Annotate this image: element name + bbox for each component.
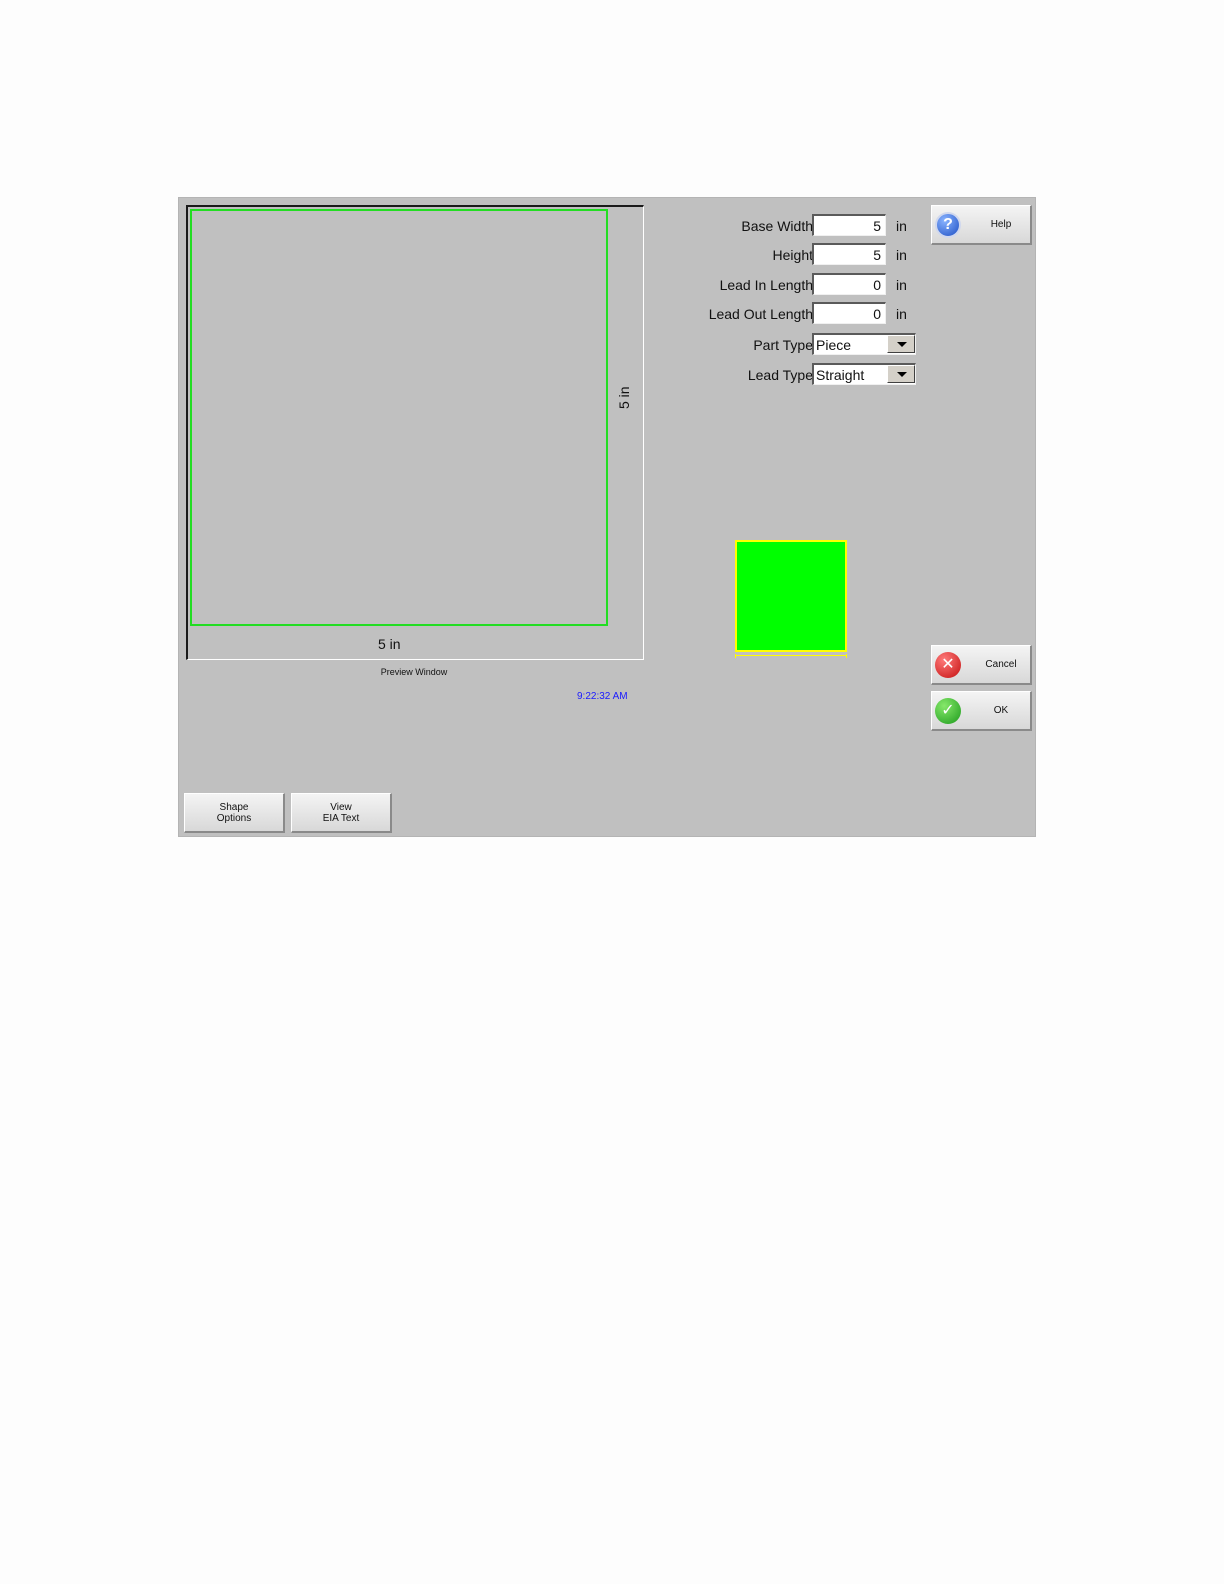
chevron-down-icon[interactable]	[887, 365, 915, 383]
height-unit: in	[896, 247, 907, 263]
width-dimension-label: 5 in	[378, 636, 401, 652]
preview-window-label: Preview Window	[380, 667, 448, 677]
view-eia-label-line2: EIA Text	[322, 813, 360, 824]
part-type-select[interactable]: Piece	[812, 333, 916, 355]
shape-wizard-screen: 5 in 5 in Preview Window 9:22:32 AM Base…	[178, 197, 1036, 837]
base-width-unit: in	[896, 218, 907, 234]
view-eia-text-button[interactable]: View EIA Text	[291, 793, 392, 833]
shape-outline	[190, 209, 608, 626]
lead-type-label: Lead Type	[747, 367, 813, 383]
question-icon: ?	[935, 212, 961, 238]
part-type-value: Piece	[816, 337, 852, 353]
help-button[interactable]: ? Help	[931, 205, 1032, 245]
thumbnail-lead-marker	[735, 654, 847, 658]
shape-options-label-line2: Options	[216, 813, 252, 824]
part-type-row: Part Type Piece	[679, 333, 919, 357]
shape-options-label-line1: Shape	[219, 802, 249, 813]
cancel-button[interactable]: ✕ Cancel	[931, 645, 1032, 685]
help-button-label: Help	[990, 219, 1012, 230]
lead-type-select[interactable]: Straight	[812, 363, 916, 385]
chevron-down-icon[interactable]	[887, 335, 915, 353]
lead-in-length-label: Lead In Length	[719, 277, 813, 293]
lead-type-row: Lead Type Straight	[679, 363, 919, 387]
clock: 9:22:32 AM	[577, 691, 628, 702]
preview-window: 5 in 5 in	[186, 205, 644, 660]
part-type-label: Part Type	[753, 337, 813, 353]
lead-out-length-unit: in	[896, 306, 907, 322]
ok-button[interactable]: ✓ OK	[931, 691, 1032, 731]
base-width-label: Base Width	[741, 218, 813, 234]
x-icon: ✕	[935, 652, 961, 678]
height-dimension-label: 5 in	[616, 386, 632, 409]
height-input[interactable]	[812, 243, 886, 265]
lead-out-length-input[interactable]	[812, 302, 886, 324]
shape-thumbnail	[735, 540, 847, 652]
base-width-row: Base Width in	[679, 214, 919, 238]
shape-options-button[interactable]: Shape Options	[184, 793, 285, 833]
lead-in-length-row: Lead In Length in	[679, 273, 919, 297]
cancel-button-label: Cancel	[985, 659, 1017, 670]
height-label: Height	[772, 247, 813, 263]
check-icon: ✓	[935, 698, 961, 724]
height-row: Height in	[679, 243, 919, 267]
lead-out-length-label: Lead Out Length	[708, 306, 813, 322]
lead-in-length-unit: in	[896, 277, 907, 293]
lead-type-value: Straight	[816, 367, 865, 383]
view-eia-label-line1: View	[330, 802, 352, 813]
lead-out-length-row: Lead Out Length in	[679, 302, 919, 326]
lead-in-length-input[interactable]	[812, 273, 886, 295]
base-width-input[interactable]	[812, 214, 886, 236]
ok-button-label: OK	[993, 705, 1009, 716]
